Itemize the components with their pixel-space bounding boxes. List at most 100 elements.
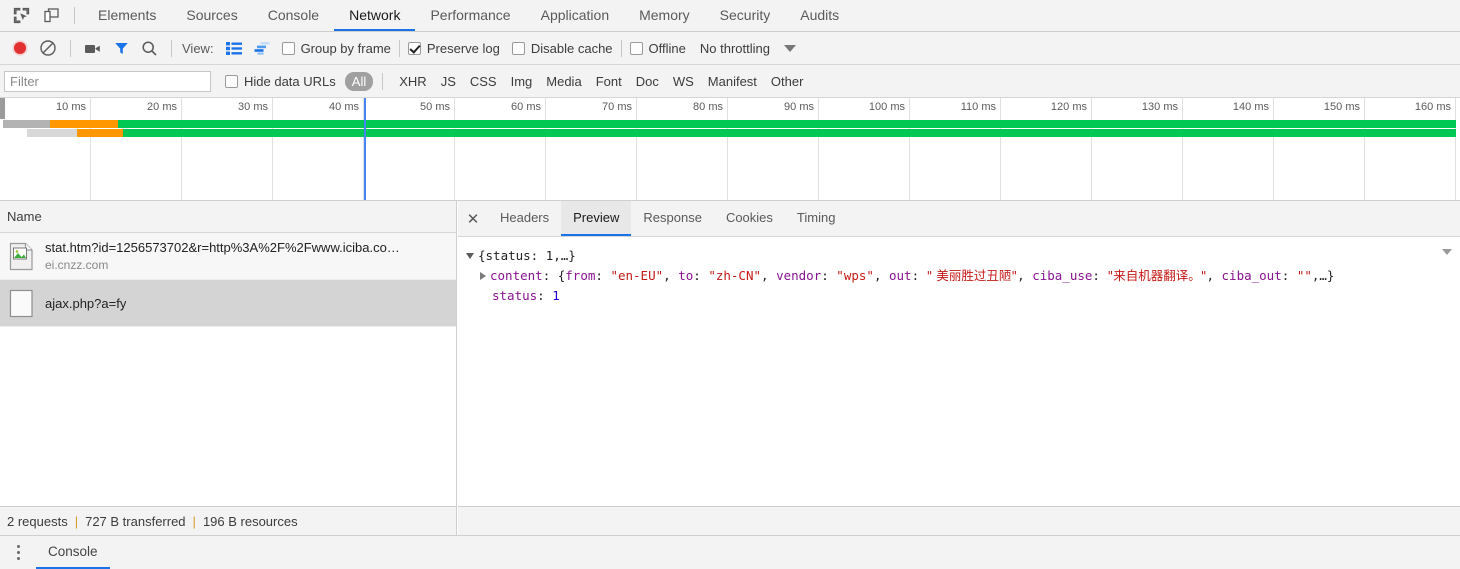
dom-content-loaded-marker [364,98,366,200]
filter-icon[interactable] [107,34,135,62]
detail-tabbar: ✕ Headers Preview Response Cookies Timin… [458,201,1460,237]
table-row[interactable]: stat.htm?id=1256573702&r=http%3A%2F%2Fww… [0,233,456,280]
tab-response[interactable]: Response [631,201,714,236]
json-colon-status: : [537,288,553,303]
group-by-frame-checkbox[interactable]: Group by frame [281,40,391,56]
hide-data-urls-label: Hide data URLs [244,73,336,89]
json-comma-4: , [1017,268,1033,283]
chevron-down-icon[interactable] [1442,249,1452,255]
tab-audits[interactable]: Audits [785,0,854,31]
tab-headers[interactable]: Headers [488,201,561,236]
tab-preview[interactable]: Preview [561,201,632,236]
tab-sources-label: Sources [186,6,238,23]
overview-bar-queue [27,129,78,137]
tab-network[interactable]: Network [334,0,416,31]
record-icon[interactable] [6,34,34,62]
filter-type-ws[interactable]: WS [666,72,701,91]
offline-checkbox[interactable]: Offline [629,41,686,56]
device-toolbar-icon[interactable] [36,0,66,31]
json-val-status: 1 [552,288,560,303]
request-list-pane: Name stat.htm?id=1256573702&r=http%3A%2F… [0,201,457,506]
disable-cache-checkbox[interactable]: Disable cache [511,41,613,56]
camera-icon[interactable] [79,34,107,62]
request-list-header: Name [0,201,456,233]
filter-type-xhr[interactable]: XHR [392,72,433,91]
json-val-ciba-out: "" [1296,268,1312,283]
clear-icon[interactable] [34,34,62,62]
inspect-element-icon[interactable] [6,0,36,31]
tab-cookies[interactable]: Cookies [714,201,785,236]
request-name: ajax.php?a=fy [45,295,127,311]
filter-type-media[interactable]: Media [539,72,588,91]
request-text: ajax.php?a=fy [45,296,126,311]
preserve-log-box[interactable] [407,41,421,55]
status-sep-1: | [74,513,79,529]
control-divider-4 [620,39,622,57]
filter-type-doc[interactable]: Doc [629,72,666,91]
tab-application[interactable]: Application [526,0,625,31]
tab-performance[interactable]: Performance [415,0,525,31]
json-sep: : [821,268,837,283]
control-divider-3 [398,39,400,57]
devtools-tabbar: Elements Sources Console Network Perform… [0,0,1460,32]
group-by-frame-box[interactable] [281,41,295,55]
hide-data-urls-checkbox[interactable]: Hide data URLs [225,74,336,89]
overview-bar-row [0,129,1460,137]
group-by-frame-label: Group by frame [300,40,391,56]
json-root-text: {status: 1,…} [478,248,576,263]
tab-audits-label: Audits [800,6,840,23]
json-comma-3: , [873,268,889,283]
offline-box[interactable] [629,41,643,55]
chevron-down-icon[interactable] [783,44,796,52]
filter-type-js[interactable]: JS [434,72,463,91]
filter-type-all[interactable]: All [344,71,374,91]
tab-elements[interactable]: Elements [83,0,171,31]
overview-bar-waiting [50,120,119,128]
request-name: stat.htm?id=1256573702&r=http%3A%2F%2Fww… [45,240,400,255]
tab-sources[interactable]: Sources [171,0,252,31]
json-preview-viewer[interactable]: {status: 1,…} content: {from: "en-EU", t… [458,237,1460,306]
image-file-icon [9,242,34,271]
json-key-ciba-out: ciba_out [1221,268,1282,283]
json-sep: : [693,268,709,283]
hide-data-urls-box[interactable] [225,74,238,88]
waterfall-view-icon[interactable] [248,34,276,62]
json-content-line[interactable]: content: {from: "en-EU", to: "zh-CN", ve… [466,266,1460,286]
search-icon[interactable] [135,34,163,62]
table-row[interactable]: ajax.php?a=fy [0,280,456,327]
tab-timing[interactable]: Timing [785,201,848,236]
filter-type-img[interactable]: Img [504,72,540,91]
network-overview-timeline[interactable]: 10 ms 20 ms 30 ms 40 ms 50 ms 60 ms 70 ms 80 ms… [0,98,1460,201]
json-comma-1: , [663,268,679,283]
overview-tick-label: 160 ms [1414,101,1451,113]
overview-request-bars [0,120,1460,140]
filter-type-font[interactable]: Font [589,72,629,91]
filter-type-css[interactable]: CSS [463,72,504,91]
throttling-select[interactable]: No throttling [700,41,770,56]
filter-type-manifest[interactable]: Manifest [701,72,764,91]
filter-divider [382,72,384,90]
tab-security[interactable]: Security [705,0,786,31]
filter-input[interactable] [4,70,211,92]
json-comma-2: , [761,268,777,283]
expand-triangle-down-icon[interactable] [466,252,474,259]
expand-triangle-right-icon[interactable] [480,271,486,280]
json-key-content: content [490,268,543,283]
status-resources: 196 B resources [202,513,298,529]
tabbar-divider [74,7,75,24]
tab-memory[interactable]: Memory [624,0,705,31]
drawer-tab-console[interactable]: Console [36,536,110,569]
preserve-log-checkbox[interactable]: Preserve log [407,41,500,56]
network-filter-bar: Hide data URLs All XHR JS CSS Img Media … [0,65,1460,98]
request-text: stat.htm?id=1256573702&r=http%3A%2F%2Fww… [45,240,400,272]
filter-type-other[interactable]: Other [764,72,811,91]
json-val-to: "zh-CN" [708,268,762,283]
tab-console[interactable]: Console [253,0,334,31]
list-view-icon[interactable] [220,34,248,62]
overview-bar-download [122,129,1456,137]
json-root-line[interactable]: {status: 1,…} [466,246,1460,266]
status-sep-2: | [192,513,196,529]
close-icon[interactable]: ✕ [458,201,488,236]
disable-cache-box[interactable] [511,41,525,55]
more-options-icon[interactable] [0,536,36,569]
